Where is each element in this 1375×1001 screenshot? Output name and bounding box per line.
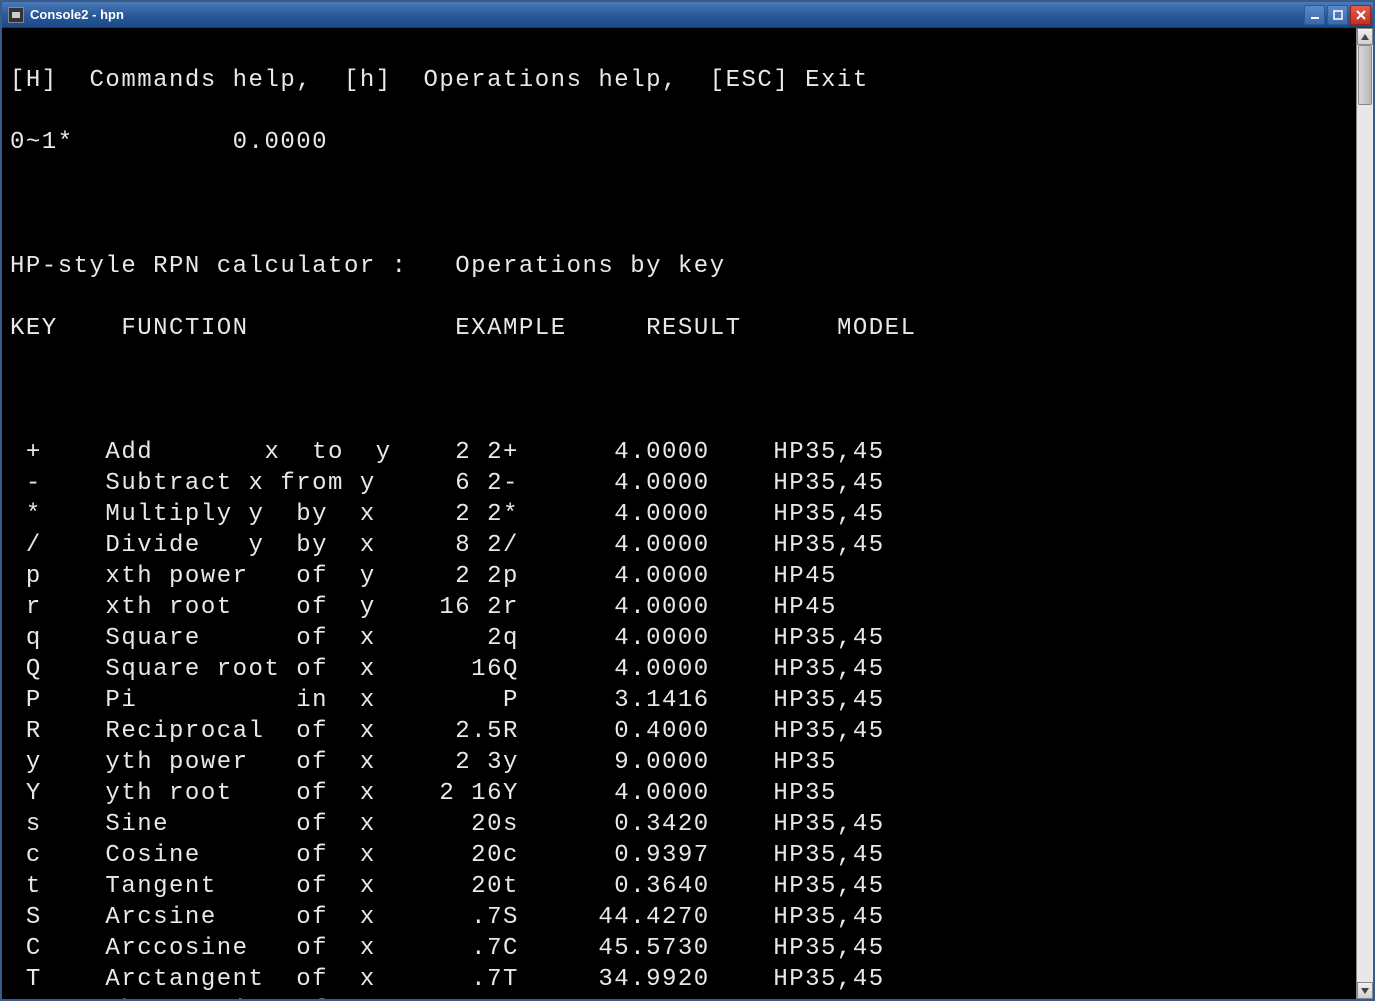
section-title: HP-style RPN calculator : Operations by …	[10, 251, 1354, 282]
close-icon	[1356, 10, 1366, 20]
table-row: y yth power of x 2 3y 9.0000 HP35	[10, 747, 1354, 778]
col-model: MODEL	[837, 315, 917, 342]
maximize-icon	[1333, 10, 1343, 20]
table-row: r xth root of y 16 2r 4.0000 HP45	[10, 592, 1354, 623]
table-row: C Arccosine of x .7C 45.5730 HP35,45	[10, 933, 1354, 964]
minimize-icon	[1310, 10, 1320, 20]
console-output[interactable]: [H] Commands help, [h] Operations help, …	[2, 28, 1356, 999]
table-row: s Sine of x 20s 0.3420 HP35,45	[10, 809, 1354, 840]
col-result: RESULT	[646, 315, 741, 342]
operations-table: + Add x to y 2 2+ 4.0000 HP35,45 - Subtr…	[10, 437, 1354, 999]
vertical-scrollbar[interactable]	[1356, 28, 1373, 999]
scroll-down-button[interactable]	[1357, 982, 1373, 999]
table-row: S Arcsine of x .7S 44.4270 HP35,45	[10, 902, 1354, 933]
hint-line: [H] Commands help, [h] Operations help, …	[10, 65, 1354, 96]
maximize-button[interactable]	[1327, 5, 1348, 25]
column-headers: KEY FUNCTION EXAMPLE RESULT MODEL	[10, 313, 1354, 344]
table-row: c Cosine of x 20c 0.9397 HP35,45	[10, 840, 1354, 871]
table-row: t Tangent of x 20t 0.3640 HP35,45	[10, 871, 1354, 902]
table-row: + Add x to y 2 2+ 4.0000 HP35,45	[10, 437, 1354, 468]
minimize-button[interactable]	[1304, 5, 1325, 25]
table-row: * Multiply y by x 2 2* 4.0000 HP35,45	[10, 499, 1354, 530]
table-row: Y yth root of x 2 16Y 4.0000 HP35	[10, 778, 1354, 809]
table-row: N Change sign of x 4N -4.0000 HP35,45	[10, 995, 1354, 999]
table-row: T Arctangent of x .7T 34.9920 HP35,45	[10, 964, 1354, 995]
close-button[interactable]	[1350, 5, 1371, 25]
window-title: Console2 - hpn	[30, 7, 1304, 22]
col-key: KEY	[10, 315, 58, 342]
col-function: FUNCTION	[121, 315, 248, 342]
register-line: 0~1* 0.0000	[10, 127, 1354, 158]
scroll-thumb[interactable]	[1358, 45, 1372, 105]
table-row: q Square of x 2q 4.0000 HP35,45	[10, 623, 1354, 654]
table-row: - Subtract x from y 6 2- 4.0000 HP35,45	[10, 468, 1354, 499]
chevron-up-icon	[1361, 34, 1369, 40]
table-row: P Pi in x P 3.1416 HP35,45	[10, 685, 1354, 716]
blank-line	[10, 375, 1354, 406]
content-area: [H] Commands help, [h] Operations help, …	[2, 28, 1373, 999]
app-icon	[8, 7, 24, 23]
window-controls	[1304, 5, 1371, 25]
table-row: p xth power of y 2 2p 4.0000 HP45	[10, 561, 1354, 592]
table-row: / Divide y by x 8 2/ 4.0000 HP35,45	[10, 530, 1354, 561]
blank-line	[10, 189, 1354, 220]
col-example: EXAMPLE	[455, 315, 566, 342]
titlebar[interactable]: Console2 - hpn	[2, 2, 1373, 28]
scroll-track[interactable]	[1357, 45, 1373, 982]
table-row: R Reciprocal of x 2.5R 0.4000 HP35,45	[10, 716, 1354, 747]
table-row: Q Square root of x 16Q 4.0000 HP35,45	[10, 654, 1354, 685]
console-window: Console2 - hpn [H] Commands help, [h] Op…	[0, 0, 1375, 1001]
scroll-up-button[interactable]	[1357, 28, 1373, 45]
chevron-down-icon	[1361, 988, 1369, 994]
